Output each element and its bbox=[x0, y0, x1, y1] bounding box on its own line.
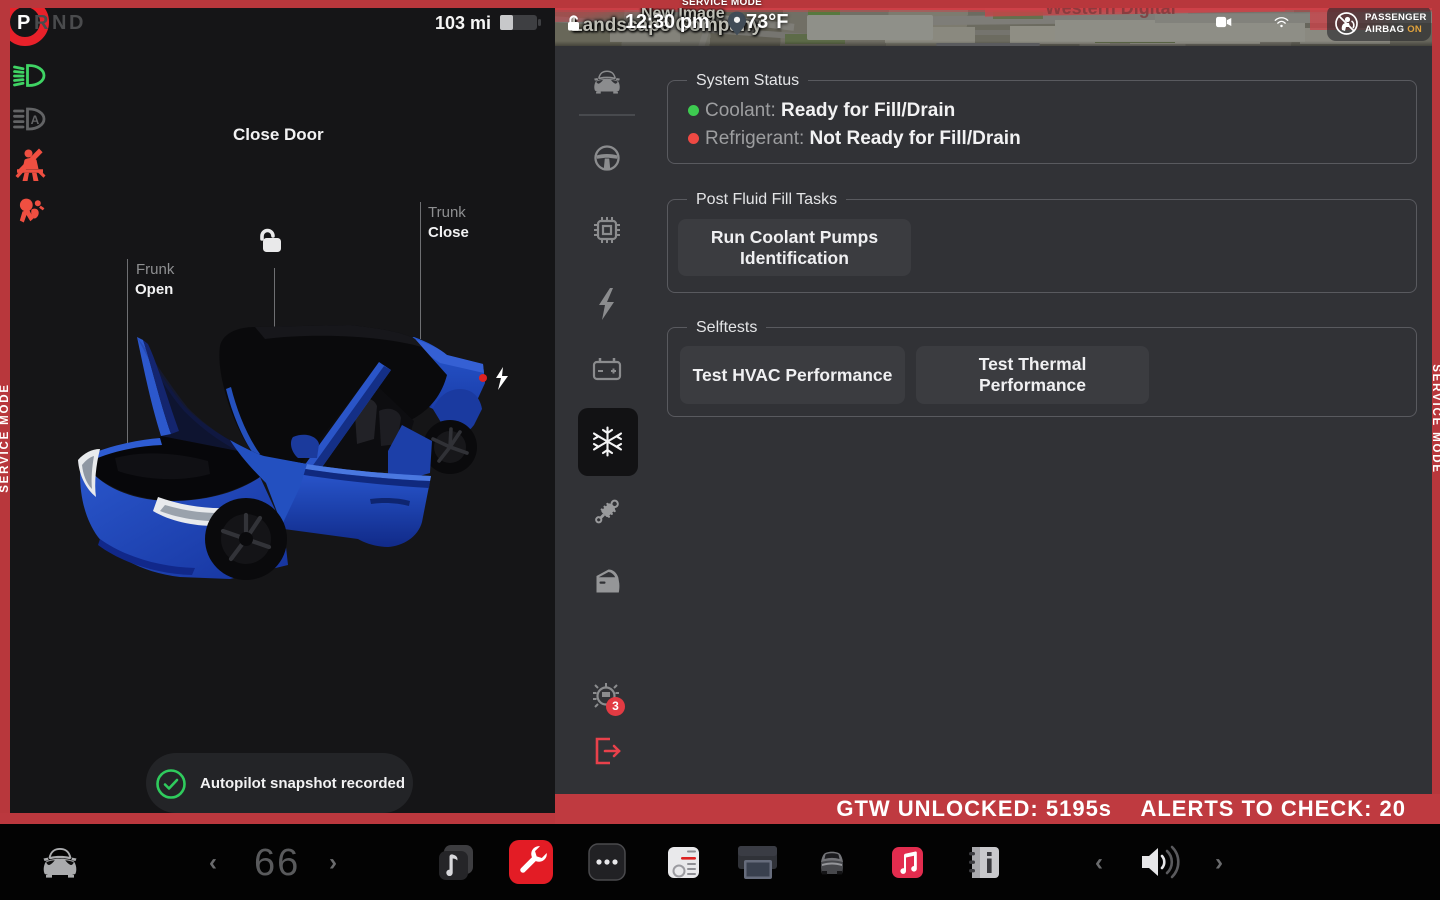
svg-text:A: A bbox=[31, 113, 40, 127]
